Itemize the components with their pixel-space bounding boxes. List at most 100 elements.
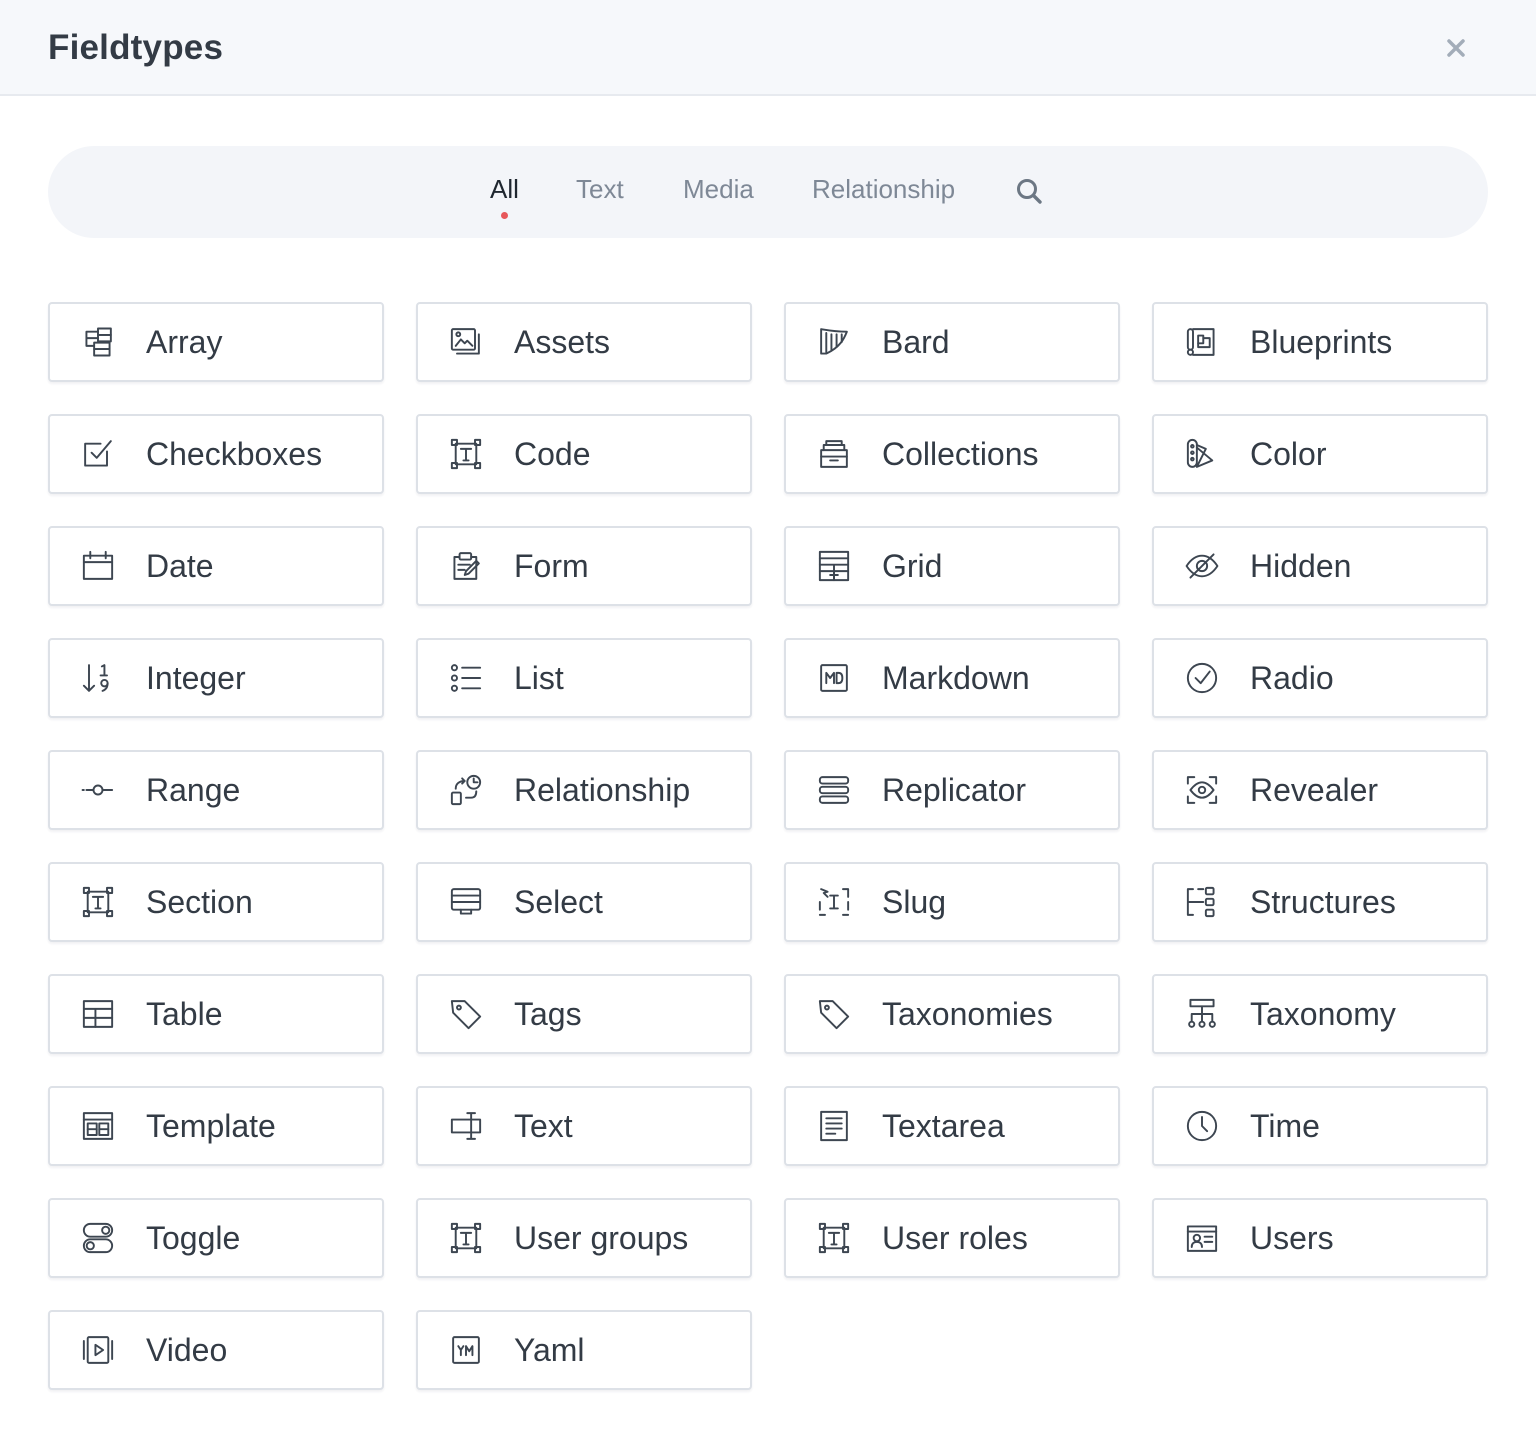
fieldtype-card-array[interactable]: Array <box>48 302 384 382</box>
video-icon <box>80 1332 116 1368</box>
fieldtype-card-tags[interactable]: Tags <box>416 974 752 1054</box>
date-icon <box>80 548 116 584</box>
fieldtype-card-bard[interactable]: Bard <box>784 302 1120 382</box>
section-icon <box>80 884 116 920</box>
hidden-icon <box>1184 548 1220 584</box>
color-icon <box>1184 436 1220 472</box>
close-icon <box>1447 39 1465 57</box>
revealer-icon <box>1184 772 1220 808</box>
radio-icon <box>1184 660 1220 696</box>
fieldtype-card-taxonomy[interactable]: Taxonomy <box>1152 974 1488 1054</box>
fieldtype-label: Toggle <box>146 1220 241 1256</box>
text-icon <box>448 1108 484 1144</box>
select-icon <box>448 884 484 920</box>
fieldtype-card-toggle[interactable]: Toggle <box>48 1198 384 1278</box>
fieldtype-label: Assets <box>514 324 611 360</box>
active-indicator <box>500 212 508 219</box>
filter-tabbar: All Text Media Relationship <box>48 146 1488 238</box>
fieldtype-card-table[interactable]: Table <box>48 974 384 1054</box>
fieldtype-card-form[interactable]: Form <box>416 526 752 606</box>
fieldtype-label: Tags <box>514 996 582 1032</box>
fieldtype-label: List <box>514 660 564 696</box>
fieldtype-card-video[interactable]: Video <box>48 1310 384 1390</box>
fieldtype-label: Checkboxes <box>146 436 323 472</box>
markdown-icon <box>816 660 852 696</box>
fieldtype-card-grid[interactable]: Grid <box>784 526 1120 606</box>
fieldtype-card-assets[interactable]: Assets <box>416 302 752 382</box>
fieldtype-card-template[interactable]: Template <box>48 1086 384 1166</box>
fieldtype-card-range[interactable]: Range <box>48 750 384 830</box>
bard-icon <box>816 324 852 360</box>
fieldtype-label: Range <box>146 772 241 808</box>
integer-icon <box>80 660 116 696</box>
fieldtype-card-radio[interactable]: Radio <box>1152 638 1488 718</box>
fieldtype-label: Blueprints <box>1250 324 1393 360</box>
tab-text[interactable]: Text <box>576 172 624 206</box>
fieldtype-card-taxonomies[interactable]: Taxonomies <box>784 974 1120 1054</box>
fieldtype-label: Integer <box>146 660 246 696</box>
tab-media[interactable]: Media <box>683 172 754 206</box>
fieldtype-label: Radio <box>1250 660 1334 696</box>
fieldtype-label: User groups <box>514 1220 689 1256</box>
fieldtype-card-slug[interactable]: Slug <box>784 862 1120 942</box>
fieldtype-card-integer[interactable]: Integer <box>48 638 384 718</box>
close-button[interactable] <box>1440 32 1472 64</box>
tab-all[interactable]: All <box>490 172 519 219</box>
fieldtype-card-revealer[interactable]: Revealer <box>1152 750 1488 830</box>
fieldtype-card-markdown[interactable]: Markdown <box>784 638 1120 718</box>
fieldtype-card-collections[interactable]: Collections <box>784 414 1120 494</box>
fieldtype-card-section[interactable]: Section <box>48 862 384 942</box>
taxonomy-icon <box>1184 996 1220 1032</box>
modal-title: Fieldtypes <box>48 28 224 67</box>
fieldtype-card-checkboxes[interactable]: Checkboxes <box>48 414 384 494</box>
modal-header: Fieldtypes <box>0 0 1536 96</box>
array-icon <box>80 324 116 360</box>
fieldtype-card-select[interactable]: Select <box>416 862 752 942</box>
user-groups-icon <box>448 1220 484 1256</box>
code-icon <box>448 436 484 472</box>
fieldtype-label: Section <box>146 884 253 920</box>
fieldtype-card-list[interactable]: List <box>416 638 752 718</box>
fieldtype-card-time[interactable]: Time <box>1152 1086 1488 1166</box>
fieldtype-label: Taxonomies <box>882 996 1053 1032</box>
fieldtype-label: Code <box>514 436 591 472</box>
fieldtype-card-date[interactable]: Date <box>48 526 384 606</box>
form-icon <box>448 548 484 584</box>
fieldtype-label: Array <box>146 324 223 360</box>
taxonomies-icon <box>816 996 852 1032</box>
fieldtype-card-textarea[interactable]: Textarea <box>784 1086 1120 1166</box>
template-icon <box>80 1108 116 1144</box>
fieldtype-card-blueprints[interactable]: Blueprints <box>1152 302 1488 382</box>
fieldtype-card-structures[interactable]: Structures <box>1152 862 1488 942</box>
list-icon <box>448 660 484 696</box>
search-button[interactable] <box>1014 176 1046 208</box>
fieldtype-label: Replicator <box>882 772 1027 808</box>
fieldtype-label: Color <box>1250 436 1327 472</box>
fieldtype-label: Taxonomy <box>1250 996 1396 1032</box>
fieldtype-card-yaml[interactable]: Yaml <box>416 1310 752 1390</box>
fieldtype-card-user-groups[interactable]: User groups <box>416 1198 752 1278</box>
tab-relationship-label: Relationship <box>812 174 956 204</box>
tab-media-label: Media <box>683 174 754 204</box>
toggle-icon <box>80 1220 116 1256</box>
fieldtype-card-text[interactable]: Text <box>416 1086 752 1166</box>
user-roles-icon <box>816 1220 852 1256</box>
fieldtype-card-user-roles[interactable]: User roles <box>784 1198 1120 1278</box>
fieldtype-card-relationship[interactable]: Relationship <box>416 750 752 830</box>
fieldtype-card-users[interactable]: Users <box>1152 1198 1488 1278</box>
fieldtype-label: Collections <box>882 436 1039 472</box>
fieldtype-label: Slug <box>882 884 947 920</box>
relationship-icon <box>448 772 484 808</box>
fieldtype-card-hidden[interactable]: Hidden <box>1152 526 1488 606</box>
yaml-icon <box>448 1332 484 1368</box>
fieldtype-label: Yaml <box>514 1332 585 1368</box>
fieldtype-label: Template <box>146 1108 276 1144</box>
fieldtype-card-replicator[interactable]: Replicator <box>784 750 1120 830</box>
fieldtype-label: Markdown <box>882 660 1030 696</box>
fieldtype-card-code[interactable]: Code <box>416 414 752 494</box>
tab-relationship[interactable]: Relationship <box>812 172 955 206</box>
tags-icon <box>448 996 484 1032</box>
fieldtype-card-color[interactable]: Color <box>1152 414 1488 494</box>
range-icon <box>80 772 116 808</box>
collections-icon <box>816 436 852 472</box>
